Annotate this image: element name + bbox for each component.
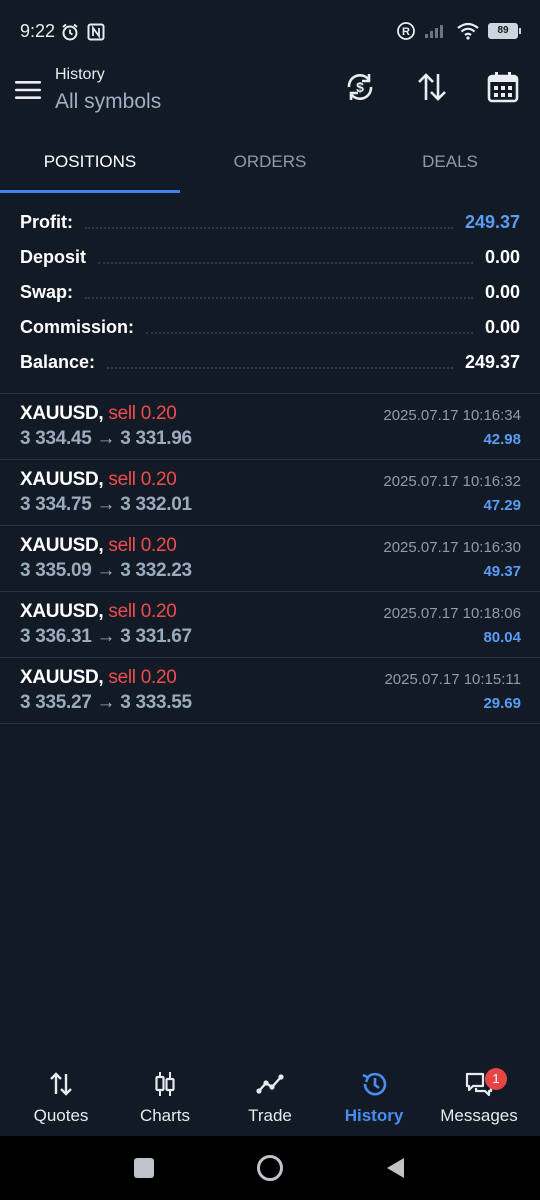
deal-side: sell 0.20 (108, 601, 177, 622)
deal-profit: 80.04 (483, 629, 521, 646)
signal-icon (425, 25, 443, 38)
deal-profit: 42.98 (483, 431, 521, 448)
list-item[interactable]: XAUUSD, sell 0.20 3 335.09 → 3 332.23 20… (0, 526, 540, 592)
nav-charts[interactable]: Charts (113, 1070, 217, 1134)
currency-exchange-icon[interactable]: $ (343, 70, 377, 104)
summary-row-deposit: Deposit 0.00 (0, 240, 540, 275)
dotted-leader (98, 261, 473, 264)
tab-bar: POSITIONS ORDERS DEALS (0, 140, 540, 194)
system-navigation-bar (0, 1136, 540, 1200)
list-item[interactable]: XAUUSD, sell 0.20 3 334.75 → 3 332.01 20… (0, 460, 540, 526)
deal-symbol: XAUUSD, sell 0.20 (20, 535, 177, 556)
nfc-icon (87, 23, 105, 41)
quotes-arrows-icon (50, 1072, 72, 1096)
tab-deals[interactable]: DEALS (360, 140, 540, 190)
nav-messages[interactable]: 1 Messages (427, 1068, 531, 1134)
alarm-icon (62, 23, 78, 41)
deal-prices: 3 334.45 → 3 331.96 (20, 428, 192, 449)
home-circle-icon[interactable] (256, 1154, 284, 1182)
history-clock-icon (362, 1072, 387, 1096)
dotted-leader (107, 366, 453, 369)
deal-profit: 47.29 (483, 497, 521, 514)
trend-line-icon (256, 1074, 284, 1094)
nav-history[interactable]: History (322, 1070, 426, 1134)
calendar-icon[interactable] (486, 70, 520, 104)
battery-icon: 89 (488, 23, 521, 39)
summary-value: 249.37 (464, 352, 520, 372)
summary-label: Deposit (20, 247, 87, 267)
list-item[interactable]: XAUUSD, sell 0.20 3 334.45 → 3 331.96 20… (0, 394, 540, 460)
summary-value: 0.00 (484, 282, 520, 302)
deal-symbol: XAUUSD, sell 0.20 (20, 601, 177, 622)
page-title: History (55, 66, 105, 83)
symbol-filter[interactable]: All symbols (55, 90, 161, 114)
bottom-navigation: Quotes Charts Trade History 1 Messages (0, 1060, 540, 1136)
deal-time: 2025.07.17 10:16:30 (383, 539, 521, 556)
deal-time: 2025.07.17 10:18:06 (383, 605, 521, 622)
nav-label: History (344, 1106, 404, 1125)
dotted-leader (146, 331, 473, 334)
deal-side: sell 0.20 (108, 469, 177, 490)
deal-profit: 49.37 (483, 563, 521, 580)
summary-label: Profit: (20, 212, 73, 232)
dotted-leader (85, 226, 453, 229)
sort-arrows-icon[interactable] (415, 70, 449, 104)
deal-prices: 3 336.31 → 3 331.67 (20, 626, 192, 647)
recents-square-icon[interactable] (133, 1157, 155, 1179)
summary-value: 0.00 (484, 247, 520, 267)
nav-label: Trade (248, 1106, 292, 1125)
deal-symbol: XAUUSD, sell 0.20 (20, 403, 177, 424)
summary-label: Balance: (20, 352, 96, 372)
summary-row-commission: Commission: 0.00 (0, 310, 540, 345)
summary-label: Swap: (20, 282, 74, 302)
app-bar: History All symbols $ (0, 60, 540, 130)
deal-side: sell 0.20 (108, 667, 177, 688)
deal-time: 2025.07.17 10:16:32 (383, 473, 521, 490)
nav-quotes[interactable]: Quotes (9, 1070, 113, 1134)
notification-badge: 1 (485, 1068, 507, 1090)
summary-label: Commission: (20, 317, 135, 337)
hamburger-menu-icon[interactable] (14, 78, 42, 102)
active-tab-indicator (0, 190, 180, 193)
list-item[interactable]: XAUUSD, sell 0.20 3 335.27 → 3 333.55 20… (0, 658, 540, 724)
dotted-leader (85, 296, 473, 299)
deal-symbol: XAUUSD, sell 0.20 (20, 469, 177, 490)
wifi-icon (457, 22, 479, 40)
deal-prices: 3 335.27 → 3 333.55 (20, 692, 192, 713)
position-list: XAUUSD, sell 0.20 3 334.45 → 3 331.96 20… (0, 394, 540, 724)
deal-prices: 3 334.75 → 3 332.01 (20, 494, 192, 515)
svg-text:$: $ (356, 79, 364, 95)
svg-text:R: R (402, 26, 410, 38)
nav-label: Charts (139, 1106, 191, 1125)
deal-time: 2025.07.17 10:16:34 (383, 407, 521, 424)
deal-prices: 3 335.09 → 3 332.23 (20, 560, 192, 581)
nav-label: Messages (440, 1106, 518, 1125)
nav-label: Quotes (33, 1106, 89, 1125)
nav-trade[interactable]: Trade (218, 1070, 322, 1134)
summary-panel: Profit: 249.37 Deposit 0.00 Swap: 0.00 C… (0, 205, 540, 380)
deal-profit: 29.69 (483, 695, 521, 712)
summary-value: 249.37 (464, 212, 520, 232)
registered-icon: R (397, 22, 415, 40)
deal-side: sell 0.20 (108, 403, 177, 424)
deal-side: sell 0.20 (108, 535, 177, 556)
summary-row-swap: Swap: 0.00 (0, 275, 540, 310)
deal-symbol: XAUUSD, sell 0.20 (20, 667, 177, 688)
summary-row-profit: Profit: 249.37 (0, 205, 540, 240)
deal-time: 2025.07.17 10:15:11 (384, 671, 521, 688)
status-bar: 9:22 R 89 (0, 0, 540, 60)
tab-positions[interactable]: POSITIONS (0, 140, 180, 190)
list-item[interactable]: XAUUSD, sell 0.20 3 336.31 → 3 331.67 20… (0, 592, 540, 658)
back-triangle-icon[interactable] (384, 1156, 406, 1180)
status-time: 9:22 (20, 21, 56, 41)
tab-orders[interactable]: ORDERS (180, 140, 360, 190)
candlestick-icon (155, 1072, 175, 1096)
summary-row-balance: Balance: 249.37 (0, 345, 540, 380)
summary-value: 0.00 (484, 317, 520, 337)
